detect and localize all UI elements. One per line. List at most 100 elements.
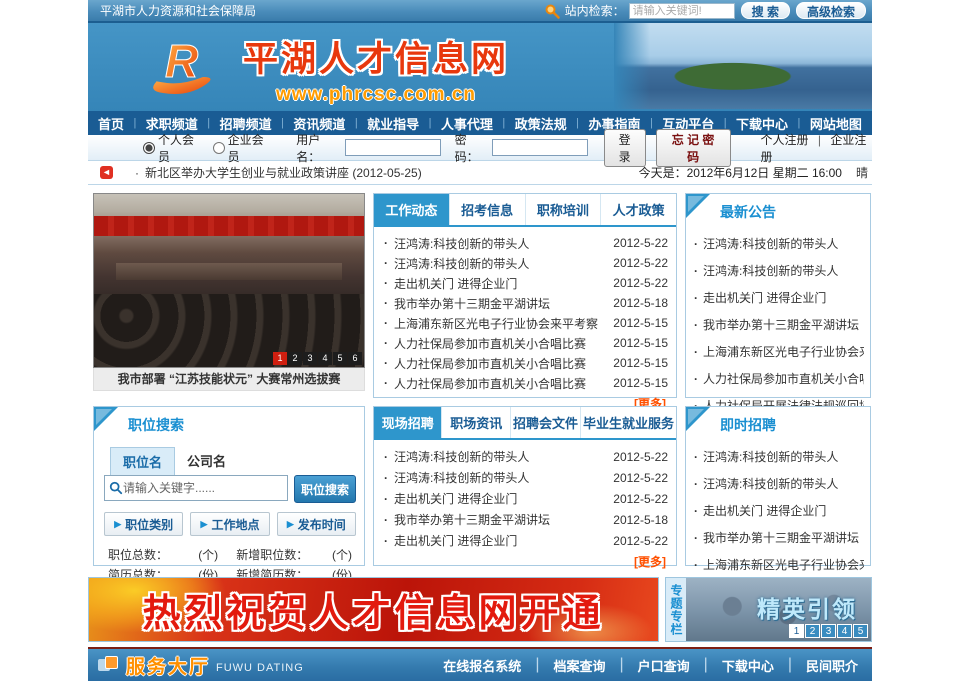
- password-field[interactable]: [492, 139, 588, 156]
- tab-work-news[interactable]: 工作动态: [374, 194, 450, 225]
- link-download-center[interactable]: 下载中心: [722, 656, 774, 675]
- list-item-title[interactable]: 汪鸿涛:科技创新的带头人: [703, 235, 838, 252]
- search-button[interactable]: 搜 索: [741, 2, 790, 19]
- photo-pager-1[interactable]: 1: [273, 352, 287, 365]
- list-item[interactable]: 走出机关门 进得企业门: [692, 497, 864, 524]
- filter-date-button[interactable]: ▶发布时间: [277, 512, 356, 536]
- news-item-title[interactable]: 汪鸿涛:科技创新的带头人: [394, 235, 607, 252]
- news-item-title[interactable]: 汪鸿涛:科技创新的带头人: [394, 448, 607, 465]
- promo-pager-1[interactable]: 1: [789, 624, 804, 638]
- tab-jobfair-files[interactable]: 招聘会文件: [511, 407, 581, 438]
- site-search-input[interactable]: [629, 3, 735, 19]
- list-item[interactable]: 汪鸿涛:科技创新的带头人: [692, 443, 864, 470]
- news-item[interactable]: 人力社保局参加市直机关小合唱比赛2012-5-15: [382, 373, 668, 393]
- forgot-password-button[interactable]: 忘 记 密 码: [656, 129, 731, 167]
- news-item-title[interactable]: 汪鸿涛:科技创新的带头人: [394, 469, 607, 486]
- nav-home[interactable]: 首页: [98, 114, 124, 133]
- photo-pager-4[interactable]: 4: [318, 352, 332, 365]
- photo-pager-5[interactable]: 5: [333, 352, 347, 365]
- list-item[interactable]: 我市举办第十三期金平湖讲坛: [692, 524, 864, 551]
- link-online-registration[interactable]: 在线报名系统: [443, 656, 521, 675]
- link-private-agency[interactable]: 民间职介: [806, 656, 858, 675]
- news-item[interactable]: 走出机关门 进得企业门2012-5-22: [382, 530, 668, 551]
- list-item-title[interactable]: 我市举办第十三期金平湖讲坛: [703, 529, 859, 546]
- advanced-search-button[interactable]: 高级检索: [796, 2, 866, 19]
- company-member-radio-input[interactable]: [213, 142, 225, 154]
- tab-title-training[interactable]: 职称培训: [526, 194, 602, 225]
- news-item[interactable]: 我市举办第十三期金平湖讲坛2012-5-18: [382, 293, 668, 313]
- job-keyword-input[interactable]: [123, 481, 283, 495]
- news-item[interactable]: 我市举办第十三期金平湖讲坛2012-5-18: [382, 509, 668, 530]
- news-item-title[interactable]: 走出机关门 进得企业门: [394, 490, 607, 507]
- tab-onsite-recruit[interactable]: 现场招聘: [374, 407, 442, 438]
- news-item-title[interactable]: 汪鸿涛:科技创新的带头人: [394, 255, 607, 272]
- news-item-title[interactable]: 走出机关门 进得企业门: [394, 275, 607, 292]
- link-archive-query[interactable]: 档案查询: [553, 656, 605, 675]
- news-item[interactable]: 走出机关门 进得企业门2012-5-22: [382, 488, 668, 509]
- recruit-news-more-link[interactable]: [更多]: [634, 555, 666, 569]
- news-item[interactable]: 人力社保局参加市直机关小合唱比赛2012-5-15: [382, 333, 668, 353]
- username-field[interactable]: [345, 139, 441, 156]
- list-item[interactable]: 人力社保局参加市直机关小合唱比赛: [692, 365, 864, 392]
- list-item-title[interactable]: 汪鸿涛:科技创新的带头人: [703, 475, 838, 492]
- personal-register-link[interactable]: 个人注册: [761, 133, 809, 147]
- ticker-news-link[interactable]: 新北区举办大学生创业与就业政策讲座 (2012-05-25): [145, 164, 422, 181]
- photo-pager-6[interactable]: 6: [348, 352, 362, 365]
- list-item-title[interactable]: 汪鸿涛:科技创新的带头人: [703, 262, 838, 279]
- tab-company-name[interactable]: 公司名: [175, 447, 238, 475]
- news-photo[interactable]: 1 2 3 4 5 6: [93, 193, 365, 368]
- news-item[interactable]: 汪鸿涛:科技创新的带头人2012-5-22: [382, 446, 668, 467]
- news-item[interactable]: 汪鸿涛:科技创新的带头人2012-5-22: [382, 467, 668, 488]
- list-item[interactable]: 汪鸿涛:科技创新的带头人: [692, 470, 864, 497]
- news-item[interactable]: 上海浦东新区光电子行业协会来平考察2012-5-15: [382, 313, 668, 333]
- news-item-title[interactable]: 走出机关门 进得企业门: [394, 532, 607, 549]
- photo-pager-3[interactable]: 3: [303, 352, 317, 365]
- tab-graduate-service[interactable]: 毕业生就业服务: [581, 407, 676, 438]
- list-item[interactable]: 汪鸿涛:科技创新的带头人: [692, 257, 864, 284]
- news-item-title[interactable]: 人力社保局参加市直机关小合唱比赛: [394, 375, 607, 392]
- tab-position-name[interactable]: 职位名: [110, 447, 175, 475]
- link-household-query[interactable]: 户口查询: [638, 656, 690, 675]
- photo-pager-2[interactable]: 2: [288, 352, 302, 365]
- list-item[interactable]: 汪鸿涛:科技创新的带头人: [692, 230, 864, 257]
- list-item-title[interactable]: 人力社保局参加市直机关小合唱比赛: [703, 370, 864, 387]
- company-member-radio[interactable]: 企业会员: [213, 131, 273, 165]
- list-item[interactable]: 我市举办第十三期金平湖讲坛: [692, 311, 864, 338]
- news-item[interactable]: 汪鸿涛:科技创新的带头人2012-5-22: [382, 253, 668, 273]
- list-item-title[interactable]: 上海浦东新区光电子行业协会来平考: [703, 343, 864, 360]
- list-item-title[interactable]: 我市举办第十三期金平湖讲坛: [703, 316, 859, 333]
- promo-pager-2[interactable]: 2: [805, 624, 820, 638]
- login-button[interactable]: 登 录: [604, 129, 646, 167]
- filter-location-button[interactable]: ▶工作地点: [190, 512, 269, 536]
- list-item-title[interactable]: 走出机关门 进得企业门: [703, 289, 826, 306]
- personal-member-radio[interactable]: 个人会员: [143, 131, 203, 165]
- list-item[interactable]: 走出机关门 进得企业门: [692, 284, 864, 311]
- list-item[interactable]: 上海浦东新区光电子行业协会来平考: [692, 551, 864, 578]
- promo-pager-5[interactable]: 5: [853, 624, 868, 638]
- news-item-title[interactable]: 我市举办第十三期金平湖讲坛: [394, 295, 607, 312]
- promo-pager-4[interactable]: 4: [837, 624, 852, 638]
- list-item-title[interactable]: 走出机关门 进得企业门: [703, 502, 826, 519]
- nav-policy[interactable]: 政策法规: [515, 114, 567, 133]
- bureau-name[interactable]: 平湖市人力资源和社会保障局: [100, 2, 256, 19]
- promo-banner[interactable]: 专题专栏 精英引领 1 2 3 4 5: [665, 577, 872, 642]
- personal-member-radio-input[interactable]: [143, 142, 155, 154]
- news-item-title[interactable]: 我市举办第十三期金平湖讲坛: [394, 511, 607, 528]
- tab-talent-policy[interactable]: 人才政策: [601, 194, 676, 225]
- news-item[interactable]: 人力社保局参加市直机关小合唱比赛2012-5-15: [382, 353, 668, 373]
- tab-exam-info[interactable]: 招考信息: [450, 194, 526, 225]
- news-item-title[interactable]: 人力社保局参加市直机关小合唱比赛: [394, 355, 607, 372]
- news-item[interactable]: 走出机关门 进得企业门2012-5-22: [382, 273, 668, 293]
- list-item-title[interactable]: 汪鸿涛:科技创新的带头人: [703, 448, 838, 465]
- list-item-title[interactable]: 上海浦东新区光电子行业协会来平考: [703, 556, 864, 573]
- job-search-button[interactable]: 职位搜索: [294, 475, 356, 503]
- promo-pager-3[interactable]: 3: [821, 624, 836, 638]
- celebration-banner[interactable]: 热烈祝贺人才信息网开通: [88, 577, 659, 642]
- news-item-title[interactable]: 上海浦东新区光电子行业协会来平考察: [394, 315, 607, 332]
- site-url[interactable]: www.phrcsc.com.cn: [243, 84, 509, 106]
- news-item[interactable]: 汪鸿涛:科技创新的带头人2012-5-22: [382, 233, 668, 253]
- list-item[interactable]: 上海浦东新区光电子行业协会来平考: [692, 338, 864, 365]
- nav-employment-guide[interactable]: 就业指导: [367, 114, 419, 133]
- news-item-title[interactable]: 人力社保局参加市直机关小合唱比赛: [394, 335, 607, 352]
- filter-category-button[interactable]: ▶职位类别: [104, 512, 183, 536]
